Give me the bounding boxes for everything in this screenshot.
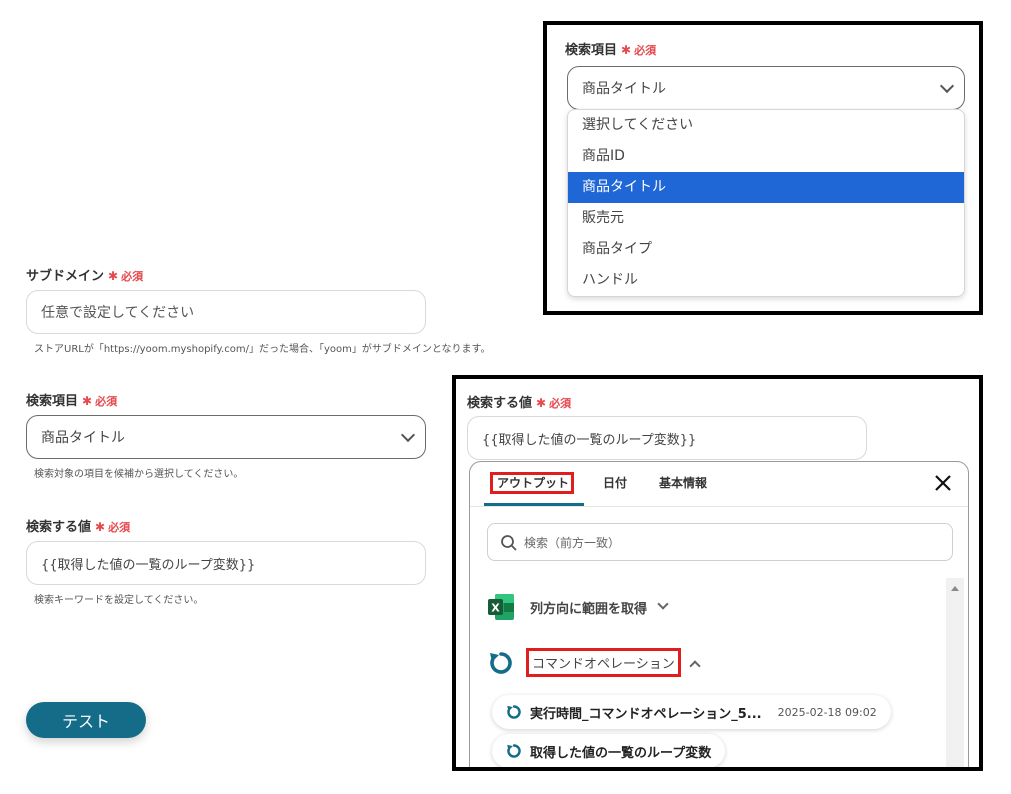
search-value-label: 検索する値 ✱ 必須	[26, 520, 131, 535]
dropdown-option[interactable]: 商品ID	[568, 141, 964, 172]
group-row-command[interactable]: コマンドオペレーション	[488, 648, 701, 677]
dropdown-option[interactable]: 販売元	[568, 203, 964, 234]
dropdown-options-list: 選択してください 商品ID 商品タイトル 販売元 商品タイプ ハンドル	[567, 109, 965, 297]
search-field-hint: 検索対象の項目を候補から選択してください。	[34, 469, 244, 480]
dropdown-select-value: 商品タイトル	[582, 81, 666, 97]
variable-item[interactable]: 実行時間_コマンドオペレーション_5... 2025-02-18 09:02	[492, 695, 891, 729]
variable-search-input[interactable]: 検索（前方一致）	[487, 523, 953, 561]
variable-item[interactable]: 取得した値の一覧のループ変数	[492, 734, 726, 767]
variable-search-placeholder: 検索（前方一致）	[524, 535, 621, 550]
close-icon[interactable]	[932, 472, 954, 494]
search-field-label: 検索項目 ✱ 必須	[26, 394, 118, 409]
subdomain-label: サブドメイン ✱ 必須	[26, 269, 144, 284]
tab-basic-info[interactable]: 基本情報	[659, 474, 707, 491]
subdomain-hint: ストアURLが「https://yoom.myshopify.com/」だった場…	[34, 344, 491, 355]
variable-item-label: 取得した値の一覧のループ変数	[530, 745, 712, 761]
subdomain-input[interactable]: 任意で設定してください	[26, 290, 426, 334]
tab-output[interactable]: アウトプット	[497, 474, 569, 491]
refresh-icon	[507, 705, 521, 719]
subdomain-placeholder: 任意で設定してください	[41, 305, 195, 321]
excel-icon: X	[488, 594, 514, 620]
dropdown-select[interactable]: 商品タイトル	[567, 66, 965, 110]
search-value-hint: 検索キーワードを設定してください。	[34, 595, 204, 606]
scroll-up-arrow-icon[interactable]	[951, 586, 959, 591]
value-picker-panel: 検索する値 ✱ 必須 {{取得した値の一覧のループ変数}} アウトプット 日付 基本…	[452, 375, 983, 771]
variable-item-time: 2025-02-18 09:02	[777, 705, 877, 719]
svg-text:X: X	[491, 602, 500, 615]
value-panel-input[interactable]: {{取得した値の一覧のループ変数}}	[467, 416, 867, 460]
chevron-down-icon	[939, 78, 955, 94]
tab-divider	[470, 506, 968, 507]
search-field-select[interactable]: 商品タイトル	[26, 415, 426, 459]
value-panel-text: {{取得した値の一覧のループ変数}}	[482, 432, 697, 448]
chevron-down-icon	[657, 598, 669, 610]
variable-picker-popup: アウトプット 日付 基本情報 検索（前方一致） X 列方向に範囲を取得 コマンド…	[469, 461, 969, 767]
chevron-down-icon	[400, 427, 416, 443]
scrollbar[interactable]	[946, 578, 964, 767]
dropdown-option-selected[interactable]: 商品タイトル	[568, 172, 964, 203]
group-label: 列方向に範囲を取得	[530, 601, 648, 617]
dropdown-panel: 検索項目 ✱ 必須 商品タイトル 選択してください 商品ID 商品タイトル 販売元 …	[543, 21, 983, 315]
search-field-value: 商品タイトル	[41, 430, 125, 446]
tab-date[interactable]: 日付	[603, 474, 627, 491]
dropdown-panel-label: 検索項目 ✱ 必須	[565, 43, 657, 58]
dropdown-option[interactable]: ハンドル	[568, 265, 964, 296]
test-button[interactable]: テスト	[26, 702, 146, 738]
search-value-text: {{取得した値の一覧のループ変数}}	[41, 557, 256, 573]
refresh-icon	[490, 651, 512, 674]
dropdown-option[interactable]: 商品タイプ	[568, 234, 964, 265]
chevron-up-icon	[689, 659, 701, 672]
group-row-excel[interactable]: X 列方向に範囲を取得	[486, 592, 669, 622]
value-panel-label: 検索する値 ✱ 必須	[467, 396, 572, 411]
dropdown-option[interactable]: 選択してください	[568, 110, 964, 141]
search-value-input[interactable]: {{取得した値の一覧のループ変数}}	[26, 541, 426, 585]
group-label-highlighted: コマンドオペレーション	[526, 648, 681, 677]
refresh-icon	[507, 744, 521, 758]
search-icon	[501, 535, 517, 551]
variable-item-label: 実行時間_コマンドオペレーション_5...	[530, 706, 762, 722]
